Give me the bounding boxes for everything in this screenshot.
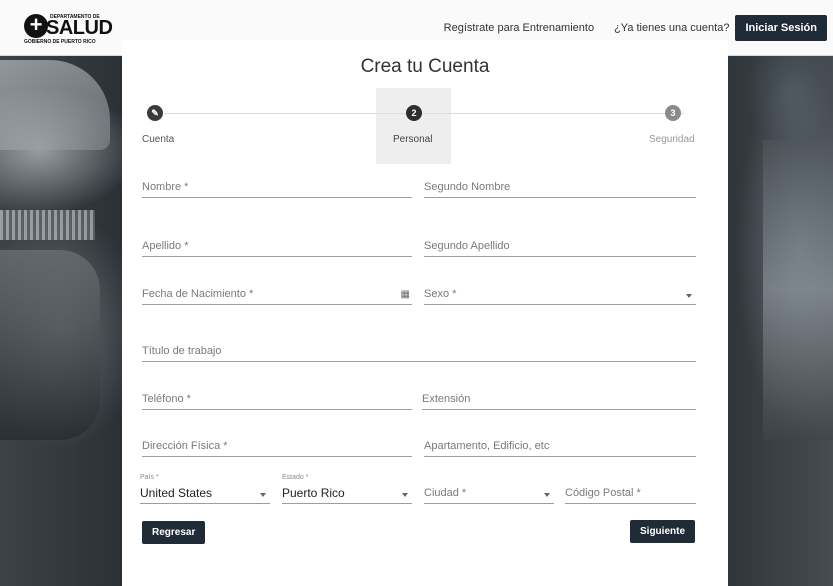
extension-field[interactable]: Extensión xyxy=(422,388,696,410)
codigo-postal-field[interactable]: Código Postal * xyxy=(565,482,696,504)
background-right-object xyxy=(763,140,833,440)
chevron-down-icon xyxy=(402,493,408,497)
direccion-fisica-label: Dirección Física * xyxy=(142,440,228,452)
pais-value: United States xyxy=(140,486,213,500)
apellido-field[interactable]: Apellido * xyxy=(142,235,412,257)
next-button[interactable]: Siguiente xyxy=(630,520,696,543)
segundo-apellido-field[interactable]: Segundo Apellido xyxy=(424,235,696,257)
telefono-field[interactable]: Teléfono * xyxy=(142,388,412,410)
apartamento-field[interactable]: Apartamento, Edificio, etc xyxy=(424,435,696,457)
active-step-highlight xyxy=(376,88,451,164)
background-microscope-knob xyxy=(0,210,95,240)
segundo-nombre-label: Segundo Nombre xyxy=(424,181,511,193)
step-cuenta-edit-icon[interactable]: ✎ xyxy=(147,105,163,121)
step-seguridad-number[interactable]: 3 xyxy=(665,105,681,121)
calendar-icon[interactable]: ▦ xyxy=(401,289,410,300)
titulo-trabajo-label: Título de trabajo xyxy=(142,345,222,357)
chevron-down-icon xyxy=(686,294,692,298)
stepper-line xyxy=(164,113,684,114)
estado-label: Estado * xyxy=(282,474,309,481)
chevron-down-icon xyxy=(260,493,266,497)
sexo-label: Sexo * xyxy=(424,288,457,300)
step-seguridad-label[interactable]: Seguridad xyxy=(649,134,695,145)
direccion-fisica-field[interactable]: Dirección Física * xyxy=(142,435,412,457)
apellido-label: Apellido * xyxy=(142,240,189,252)
header-nav: Regístrate para Entrenamiento ¿Ya tienes… xyxy=(444,14,827,41)
chevron-down-icon xyxy=(544,493,550,497)
step-cuenta-label[interactable]: Cuenta xyxy=(142,134,174,145)
codigo-postal-label: Código Postal * xyxy=(565,487,641,499)
login-button[interactable]: Iniciar Sesión xyxy=(735,14,827,41)
step-personal-label[interactable]: Personal xyxy=(393,134,432,145)
titulo-trabajo-field[interactable]: Título de trabajo xyxy=(142,340,696,362)
signup-card: Crea tu Cuenta ✎ Cuenta 2 Personal 3 Seg… xyxy=(122,40,728,586)
nombre-label: Nombre * xyxy=(142,181,189,193)
fecha-nacimiento-label: Fecha de Nacimiento * xyxy=(142,288,254,300)
register-training-link[interactable]: Regístrate para Entrenamiento xyxy=(444,22,594,34)
telefono-label: Teléfono * xyxy=(142,393,191,405)
have-account-link[interactable]: ¿Ya tienes una cuenta? xyxy=(614,22,729,34)
fecha-nacimiento-field[interactable]: Fecha de Nacimiento * ▦ xyxy=(142,283,412,305)
background-microscope-body xyxy=(0,250,100,440)
estado-value: Puerto Rico xyxy=(282,486,345,500)
extension-label: Extensión xyxy=(422,393,471,405)
nombre-field[interactable]: Nombre * xyxy=(142,176,412,198)
apartamento-label: Apartamento, Edificio, etc xyxy=(424,440,550,452)
page-title: Crea tu Cuenta xyxy=(360,56,490,77)
logo-word: SALUD xyxy=(46,16,113,39)
segundo-apellido-label: Segundo Apellido xyxy=(424,240,510,252)
ciudad-select[interactable]: Ciudad * xyxy=(424,482,554,504)
pais-select[interactable]: País * United States xyxy=(140,474,270,504)
salud-logo[interactable]: + DEPARTAMENTO DE SALUD GOBIERNO DE PUER… xyxy=(24,8,113,48)
estado-select[interactable]: Estado * Puerto Rico xyxy=(282,474,412,504)
logo-subtitle: GOBIERNO DE PUERTO RICO xyxy=(24,38,96,45)
sexo-select[interactable]: Sexo * xyxy=(424,283,696,305)
back-button[interactable]: Regresar xyxy=(142,521,206,544)
ciudad-label: Ciudad * xyxy=(424,487,467,499)
medical-cross-icon: + xyxy=(24,13,48,38)
pais-label: País * xyxy=(140,474,159,481)
step-personal-number[interactable]: 2 xyxy=(406,105,422,121)
segundo-nombre-field[interactable]: Segundo Nombre xyxy=(424,176,696,198)
